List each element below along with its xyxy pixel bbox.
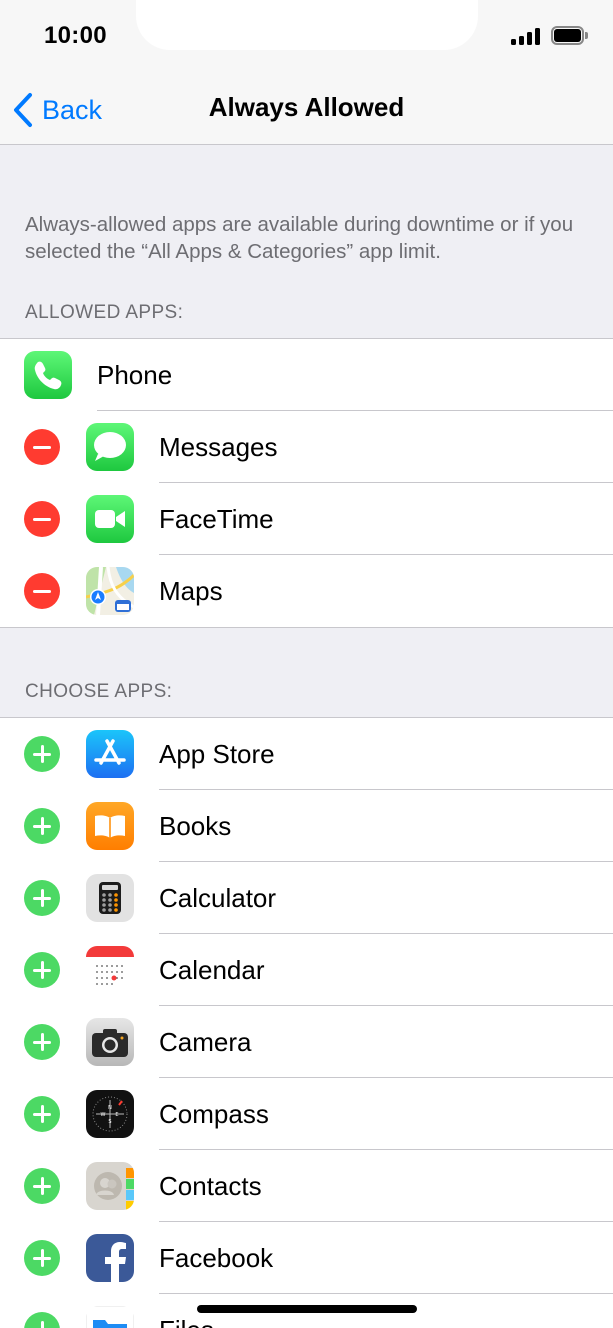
app-name: Contacts [159,1171,262,1201]
add-button[interactable] [24,952,60,988]
messages-icon [86,423,134,471]
app-row-facetime[interactable]: FaceTime [0,483,613,555]
maps-icon [86,567,134,615]
app-row-messages[interactable]: Messages [0,411,613,483]
allowed-apps-header: ALLOWED APPS: [25,302,184,323]
app-row-calculator[interactable]: Calculator [0,862,613,934]
description-text: Always-allowed apps are available during… [25,213,574,263]
app-name: Facebook [159,1243,274,1273]
books-icon [86,802,134,850]
navigation-bar: Back Always Allowed [0,72,613,145]
add-button[interactable] [24,1168,60,1204]
app-name: Books [159,811,232,841]
app-name: Phone [97,360,173,390]
add-button[interactable] [24,1312,60,1328]
remove-button[interactable] [24,501,60,537]
app-row-maps[interactable]: Maps [0,555,613,627]
svg-text:N: N [108,1105,112,1111]
app-row-app-store[interactable]: App Store [0,718,613,790]
svg-text:E: E [115,1112,118,1118]
home-indicator [197,1305,417,1313]
add-button[interactable] [24,1240,60,1276]
files-icon [86,1306,134,1328]
facetime-icon [86,495,134,543]
app-row-camera[interactable]: Camera [0,1006,613,1078]
battery-icon [551,26,588,45]
app-name: App Store [159,739,275,769]
app-store-icon [86,730,134,778]
calculator-icon [86,874,134,922]
app-name: Maps [159,576,223,606]
calendar-icon [86,946,134,994]
app-name: Camera [159,1027,252,1057]
status-time: 10:00 [44,22,107,49]
app-name: FaceTime [159,504,274,534]
cellular-signal-icon [511,27,541,45]
remove-button[interactable] [24,429,60,465]
add-button[interactable] [24,1096,60,1132]
svg-text:W: W [101,1112,106,1118]
camera-icon [86,1018,134,1066]
status-bar: 10:00 [0,0,613,72]
remove-button[interactable] [24,573,60,609]
app-row-phone[interactable]: Phone [0,339,613,411]
app-name: Messages [159,432,278,462]
add-button[interactable] [24,1024,60,1060]
choose-apps-header: CHOOSE APPS: [25,681,173,702]
app-row-facebook[interactable]: Facebook [0,1222,613,1294]
app-name: Calendar [159,955,265,985]
contacts-icon [86,1162,134,1210]
add-button[interactable] [24,736,60,772]
add-button[interactable] [24,808,60,844]
allowed-apps-list: Phone Messages FaceTime Maps [0,338,613,628]
page-title: Always Allowed [208,92,405,122]
phone-icon [24,351,72,399]
app-row-contacts[interactable]: Contacts [0,1150,613,1222]
svg-text:S: S [108,1119,111,1125]
facebook-icon [86,1234,134,1282]
app-name: Compass [159,1099,269,1129]
notch [136,0,478,50]
app-row-compass[interactable]: N S W E Compass [0,1078,613,1150]
app-row-calendar[interactable]: Calendar [0,934,613,1006]
app-name: Calculator [159,883,277,913]
add-button[interactable] [24,880,60,916]
app-row-books[interactable]: Books [0,790,613,862]
choose-apps-list: App Store Books Calculator Calendar Camera N S… [0,717,613,1328]
compass-icon: N SW E [86,1090,134,1138]
